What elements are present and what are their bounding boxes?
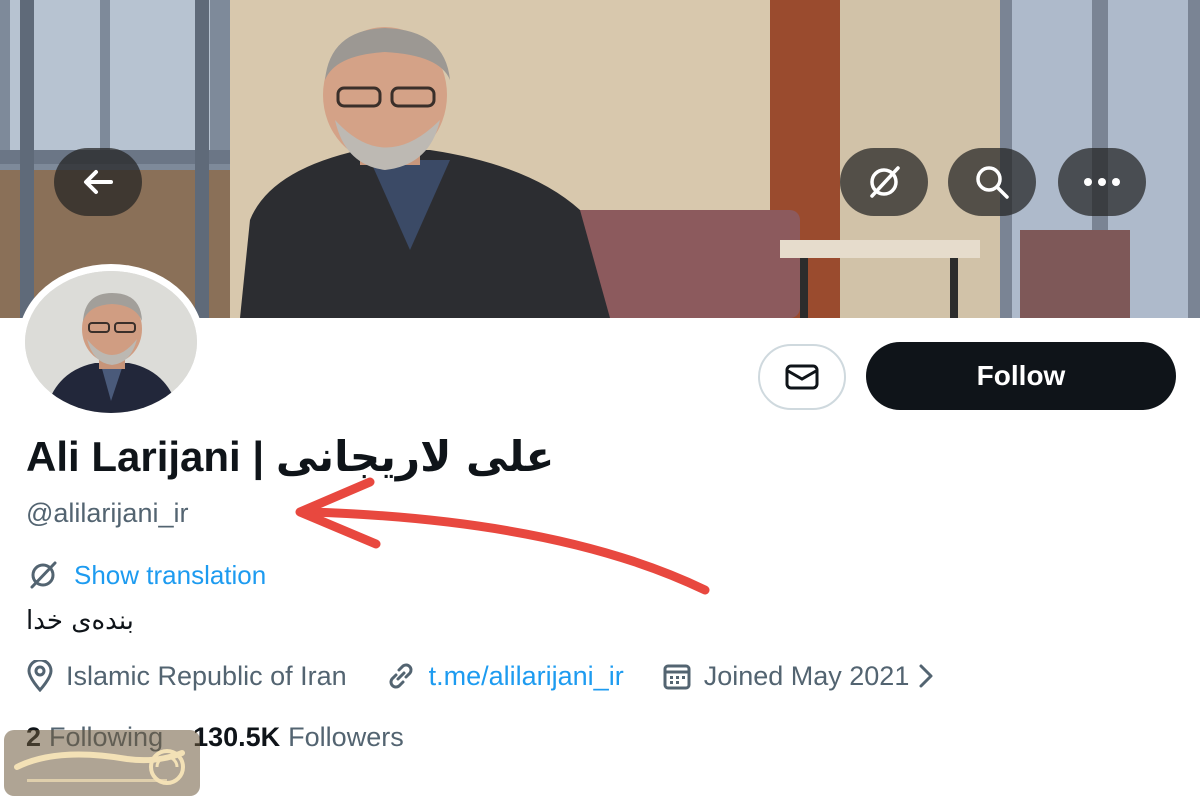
calendar-icon xyxy=(663,664,691,690)
location-pin-icon xyxy=(27,660,53,692)
show-translation-link[interactable]: Show translation xyxy=(26,558,266,592)
followers-label: Followers xyxy=(288,722,404,752)
watermark-emblem xyxy=(14,749,185,785)
news-watermark-logo xyxy=(4,730,200,796)
bio-text: بنده‌ی خدا xyxy=(26,606,134,636)
followers-number: 130.5K xyxy=(193,722,281,752)
show-translation-label: Show translation xyxy=(74,559,267,590)
followers-count[interactable]: 130.5K Followers xyxy=(193,722,404,753)
join-date: Joined May 2021 xyxy=(662,660,910,692)
join-date-label: Joined May 2021 xyxy=(703,660,910,691)
location-label: Islamic Republic of Iran xyxy=(66,660,347,691)
profile-page: Follow Ali Larijani | علی لاریجانی @alil… xyxy=(0,0,1200,800)
link-icon xyxy=(389,663,413,689)
website-link[interactable]: t.me/alilarijani_ir xyxy=(429,661,624,692)
website: t.me/alilarijani_ir xyxy=(385,660,624,692)
profile-meta: Islamic Republic of Iran t.me/alilarijan… xyxy=(26,660,935,692)
translate-slash-icon xyxy=(30,561,57,589)
location: Islamic Republic of Iran xyxy=(26,660,347,692)
chevron-right-icon[interactable] xyxy=(917,662,935,690)
